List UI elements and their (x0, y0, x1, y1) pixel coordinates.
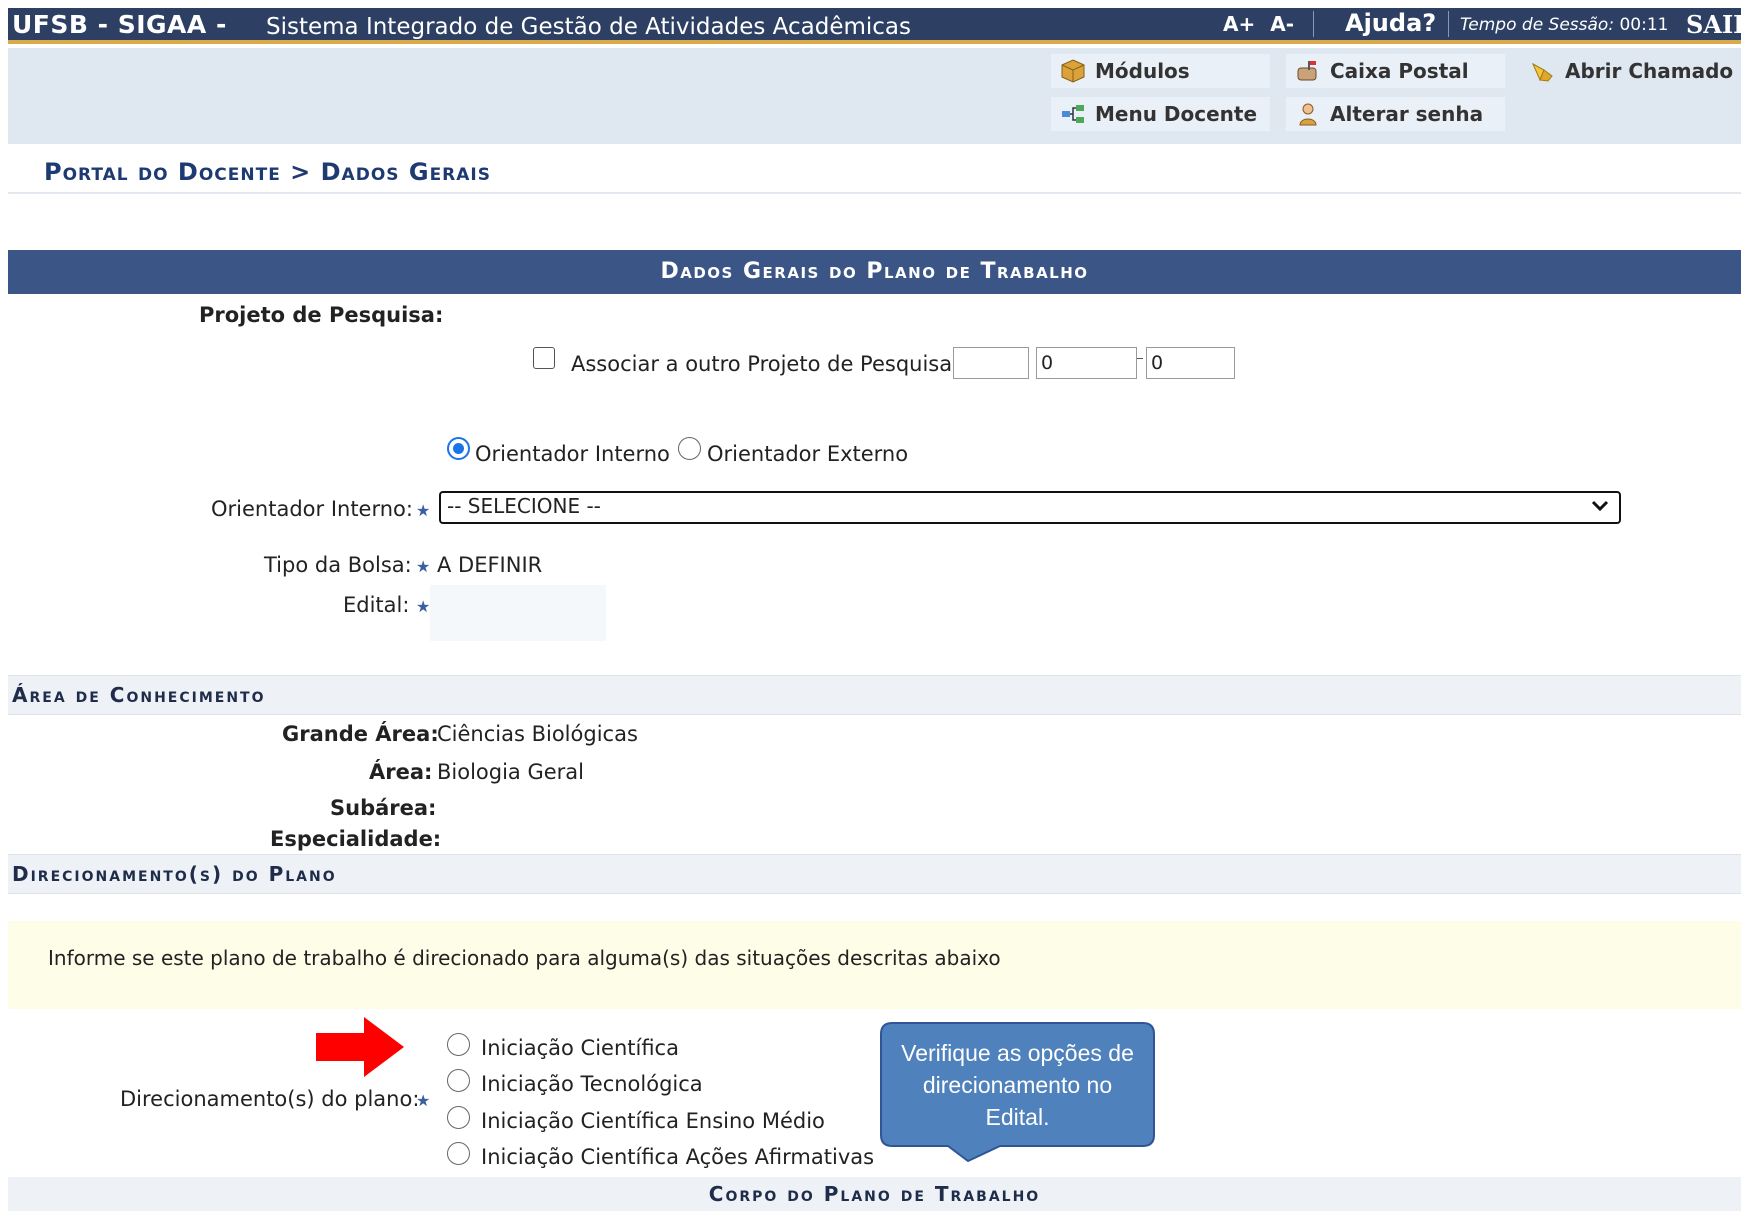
alterar-senha-button[interactable]: Alterar senha (1286, 97, 1505, 131)
modulos-button[interactable]: Módulos (1051, 54, 1270, 88)
callout-line-1: Verifique as opções de (901, 1039, 1134, 1066)
associar-label: Associar a outro Projeto de Pesquisa: (571, 352, 960, 376)
mailbox-icon (1294, 57, 1322, 85)
tipo-bolsa-value: A DEFINIR (437, 553, 543, 577)
orientador-interno-radio[interactable] (447, 437, 470, 460)
associar-checkbox[interactable] (533, 347, 555, 369)
font-decrease-button[interactable]: A- (1270, 12, 1294, 36)
direcionamento-option-4: Iniciação Científica Ações Afirmativas (481, 1145, 875, 1169)
edital-label: Edital: (343, 593, 410, 617)
top-bar: UFSB - SIGAA - Sistema Integrado de Gest… (8, 8, 1741, 44)
orientador-interno-option: Orientador Interno (475, 442, 670, 466)
edital-value-area (430, 585, 606, 641)
direcionamento-option-3: Iniciação Científica Ensino Médio (481, 1109, 825, 1133)
modules-cube-icon (1059, 57, 1087, 85)
user-key-icon (1294, 100, 1322, 128)
menu-docente-button[interactable]: Menu Docente (1051, 97, 1270, 131)
session-time: 00:11 (1619, 15, 1669, 35)
session-label: Tempo de Sessão: (1460, 15, 1615, 35)
logout-link[interactable]: SAIR (1686, 10, 1741, 39)
direcionamento-radio-1[interactable] (447, 1033, 470, 1056)
font-increase-button[interactable]: A+ (1223, 12, 1255, 36)
orientador-interno-label: Orientador Interno: (211, 497, 413, 521)
font-size-controls: A+ A- (1223, 12, 1302, 36)
alterar-senha-label: Alterar senha (1330, 102, 1484, 126)
help-link[interactable]: Ajuda? (1345, 9, 1436, 37)
sitemap-icon (1059, 100, 1087, 128)
breadcrumb: Portal do Docente > Dados Gerais (44, 158, 491, 186)
direcionamento-radio-2[interactable] (447, 1069, 470, 1092)
menu-strip: Módulos Caixa Postal Abrir Chamado Menu … (8, 48, 1741, 144)
direcionamento-radio-3[interactable] (447, 1106, 470, 1129)
direcionamento-option-2: Iniciação Tecnológica (481, 1072, 703, 1096)
tipo-bolsa-label: Tipo da Bolsa: (264, 553, 412, 577)
caixa-postal-button[interactable]: Caixa Postal (1286, 54, 1505, 88)
red-arrow-icon (316, 1017, 404, 1077)
chevron-down-icon (1591, 497, 1609, 518)
caixa-postal-label: Caixa Postal (1330, 59, 1469, 83)
select-value: -- SELECIONE -- (447, 494, 601, 518)
direcionamento-notice: Informe se este plano de trabalho é dire… (8, 921, 1741, 1009)
section-title: Dados Gerais do Plano de Trabalho (8, 250, 1741, 294)
callout-text: Verifique as opções de direcionamento no… (880, 1022, 1155, 1147)
area-value: Biologia Geral (437, 760, 585, 784)
required-star-icon: ★ (416, 557, 431, 576)
session-timer: Tempo de Sessão: 00:11 (1460, 15, 1668, 35)
direcionamento-label: Direcionamento(s) do plano: (120, 1087, 420, 1111)
orientador-externo-option: Orientador Externo (707, 442, 909, 466)
required-star-icon: ★ (416, 1091, 431, 1110)
required-star-icon: ★ (416, 501, 431, 520)
required-star-icon: ★ (416, 597, 431, 616)
divider (1313, 11, 1314, 37)
projeto-field-3[interactable] (1146, 347, 1235, 379)
orientador-interno-select[interactable]: -- SELECIONE -- (439, 491, 1621, 524)
divider (1448, 11, 1449, 37)
abrir-chamado-button[interactable]: Abrir Chamado (1521, 54, 1741, 88)
orientador-externo-radio[interactable] (678, 437, 701, 460)
system-name: Sistema Integrado de Gestão de Atividade… (266, 14, 911, 40)
area-label: Área: (369, 760, 433, 784)
brand-title: UFSB - SIGAA - (12, 10, 227, 39)
callout-line-3: Edital. (985, 1103, 1050, 1130)
direcionamento-option-1: Iniciação Científica (481, 1036, 679, 1060)
grande-area-value: Ciências Biológicas (437, 722, 638, 746)
projeto-label: Projeto de Pesquisa: (199, 303, 444, 327)
corpo-heading: Corpo do Plano de Trabalho (8, 1177, 1741, 1211)
field-separator (1137, 358, 1143, 359)
projeto-field-1[interactable] (953, 347, 1029, 379)
direcionamento-radio-4[interactable] (447, 1142, 470, 1165)
callout-line-2: direcionamento no (922, 1071, 1113, 1098)
projeto-field-2[interactable] (1036, 347, 1137, 379)
subarea-label: Subárea: (330, 796, 437, 820)
abrir-chamado-label: Abrir Chamado (1565, 59, 1734, 83)
direcionamento-heading: Direcionamento(s) do Plano (8, 854, 1741, 894)
megaphone-icon (1529, 57, 1557, 85)
area-heading: Área de Conhecimento (8, 675, 1741, 715)
especialidade-label: Especialidade: (270, 827, 442, 851)
divider (8, 192, 1741, 194)
modulos-label: Módulos (1095, 59, 1190, 83)
menu-docente-label: Menu Docente (1095, 102, 1258, 126)
grande-area-label: Grande Área: (282, 722, 439, 746)
